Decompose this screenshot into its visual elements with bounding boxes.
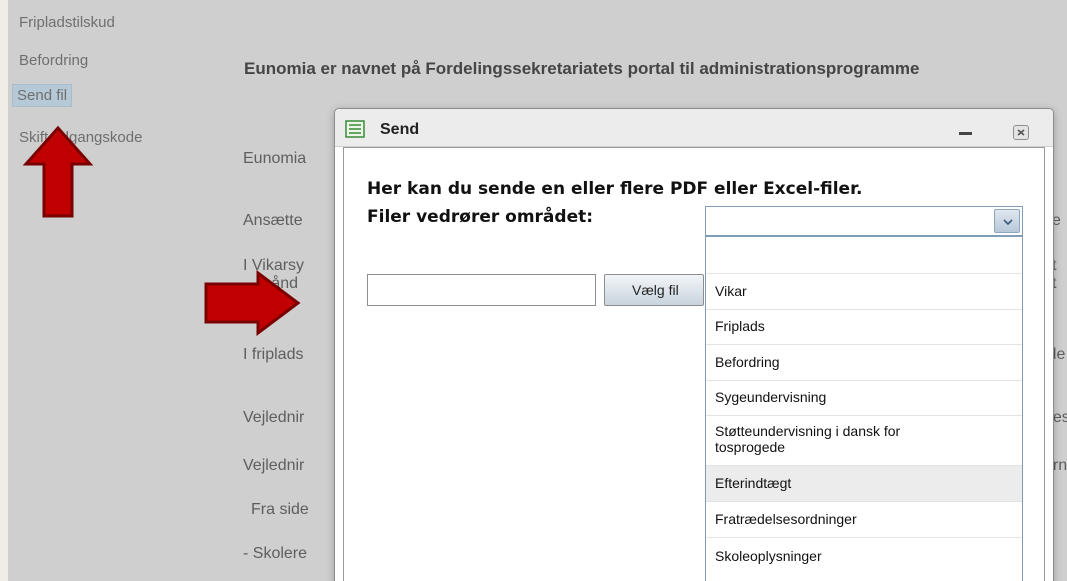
area-select[interactable] (705, 206, 1023, 236)
page-heading: Eunomia er navnet på Fordelingssekretari… (244, 59, 920, 78)
dropdown-option-sygeundervisning[interactable]: Sygeundervisning (706, 380, 1022, 415)
area-label: Filer vedrører området: (367, 207, 594, 227)
dialog-body: Her kan du sende en eller flere PDF elle… (343, 147, 1045, 581)
document-icon (345, 120, 365, 138)
sidebar-item-fripladstilskud[interactable]: Fripladstilskud (19, 14, 115, 31)
close-icon (1017, 129, 1025, 136)
content-line: Vejlednir (243, 409, 305, 426)
content-line: Vejlednir (243, 457, 305, 474)
dialog-title: Send (380, 121, 420, 138)
content-line: Fra side (251, 501, 309, 518)
dropdown-option-empty[interactable] (706, 237, 1022, 273)
dropdown-option-efterindtaegt[interactable]: Efterindtægt (706, 465, 1022, 501)
arrow-up-annotation (22, 125, 94, 218)
arrow-right-annotation (204, 270, 301, 336)
dialog-intro-text: Her kan du sende en eller flere PDF elle… (367, 179, 863, 199)
sidebar-item-befordring[interactable]: Befordring (19, 52, 88, 69)
sidebar-item-send-fil[interactable]: Send fil (12, 84, 73, 107)
dropdown-option-befordring[interactable]: Befordring (706, 344, 1022, 380)
dropdown-option-friplads[interactable]: Friplads (706, 309, 1022, 344)
choose-file-button[interactable]: Vælg fil (604, 274, 704, 306)
dropdown-option-vikar[interactable]: Vikar (706, 273, 1022, 309)
content-line: Ansætte (243, 212, 303, 229)
content-line: Eunomia (243, 150, 307, 167)
content-line: I friplads (243, 346, 304, 363)
dialog-titlebar[interactable]: Send (335, 109, 1053, 147)
dropdown-option-skoleoplysninger[interactable]: Skoleoplysninger (706, 537, 1022, 581)
content-line: - Skolere (243, 545, 308, 562)
send-dialog: Send Her kan du sende en eller flere PDF… (334, 108, 1054, 581)
area-dropdown-list: Vikar Friplads Befordring Sygeundervisni… (705, 236, 1023, 581)
file-path-input[interactable] (367, 274, 596, 306)
page-background: Fripladstilskud Befordring Send fil Skif… (8, 0, 1067, 581)
dropdown-option-stoetteundervisning[interactable]: Støtteundervisning i dansk for tosproged… (706, 415, 1022, 465)
minimize-button[interactable] (959, 132, 972, 135)
close-button[interactable] (1013, 125, 1029, 140)
chevron-down-icon (1003, 219, 1013, 225)
select-dropdown-button[interactable] (994, 209, 1020, 233)
dropdown-option-fratraedelsesordninger[interactable]: Fratrædelsesordninger (706, 501, 1022, 537)
